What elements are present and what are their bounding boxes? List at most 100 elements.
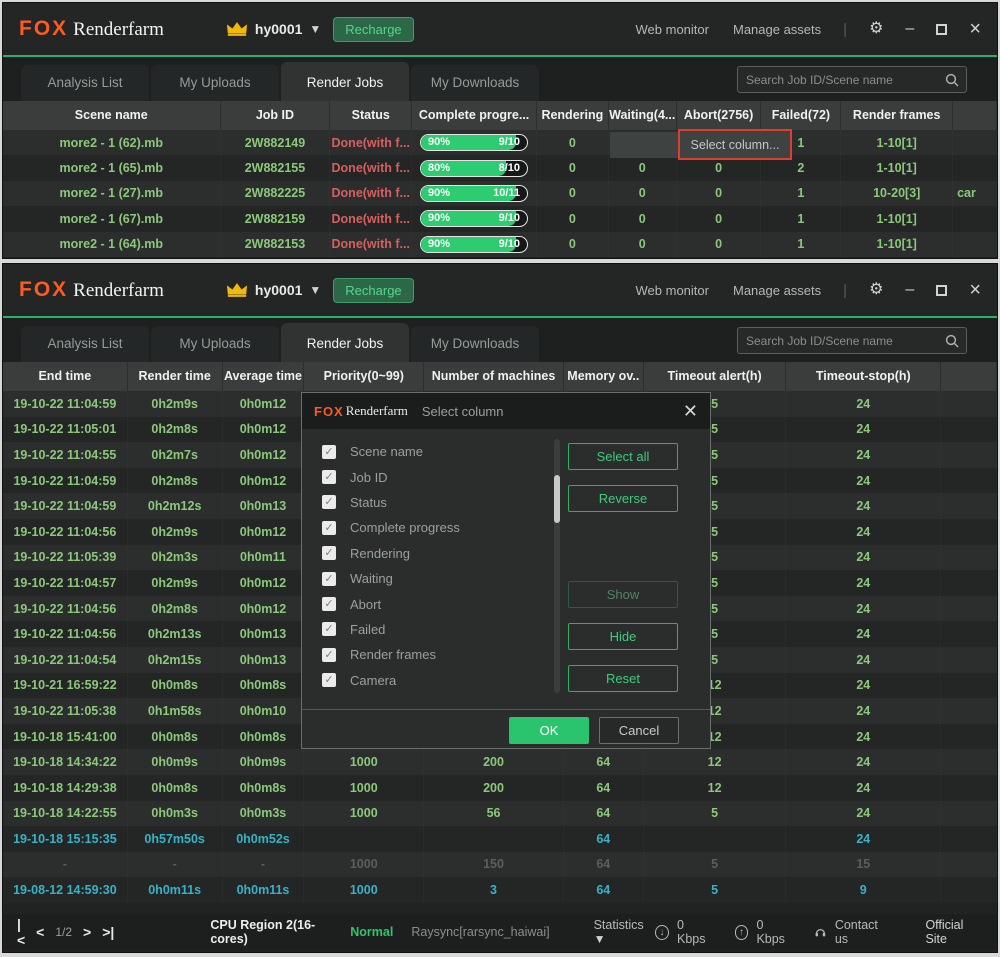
cancel-button[interactable]: Cancel <box>599 717 679 744</box>
tab-analysis-list[interactable]: Analysis List <box>21 326 149 362</box>
table-row[interactable]: more2 - 1 (67).mb 2W882159 Done(with f... 9… <box>3 206 997 232</box>
checkbox-checked-icon[interactable]: ✓ <box>322 520 336 535</box>
checkbox-checked-icon[interactable]: ✓ <box>322 622 336 637</box>
minimize-icon[interactable]: – <box>905 21 914 37</box>
dialog-scrollbar[interactable] <box>554 439 560 693</box>
checkbox-checked-icon[interactable]: ✓ <box>322 495 336 510</box>
column-checkbox-item[interactable]: ✓ Waiting <box>314 566 550 591</box>
settings-gear-icon-2[interactable]: ⚙ <box>869 282 883 298</box>
column-header-at[interactable]: Average time <box>223 362 305 391</box>
tab-analysis-list[interactable]: Analysis List <box>21 65 149 101</box>
manage-assets-link[interactable]: Manage assets <box>733 22 821 37</box>
column-header-end[interactable]: End time <box>3 362 128 391</box>
column-header-mem[interactable]: Memory ov.. <box>564 362 644 391</box>
search-icon-2[interactable] <box>945 334 959 348</box>
table-row[interactable]: more2 - 1 (64).mb 2W882153 Done(with f... 9… <box>3 231 997 257</box>
statistics-dropdown[interactable]: Statistics ▼ <box>594 918 656 946</box>
table-row[interactable]: more2 - 1 (62).mb 2W882149 Done(with f... 9… <box>3 130 997 156</box>
column-header-job[interactable]: Job ID <box>221 101 331 130</box>
search-input-2[interactable] <box>738 333 945 348</box>
contact-headset-icon[interactable] <box>814 925 827 939</box>
column-header-progress[interactable]: Complete progre... <box>412 101 537 130</box>
select-column-menu-item[interactable]: Select column... <box>678 129 792 160</box>
cpu-region-label[interactable]: CPU Region 2(16-cores) <box>210 918 344 946</box>
checkbox-checked-icon[interactable]: ✓ <box>322 470 336 485</box>
next-page-icon[interactable]: > <box>83 924 91 940</box>
table-row[interactable]: 19-10-18 14:29:38 0h0m8s 0h0m8s 1000 200 64 12… <box>3 774 997 801</box>
column-header-status[interactable]: Status <box>330 101 413 130</box>
show-button[interactable]: Show <box>568 581 678 608</box>
column-header-failed[interactable]: Failed(72) <box>761 101 842 130</box>
column-checkbox-item[interactable]: ✓ Job ID <box>314 464 550 489</box>
reverse-button[interactable]: Reverse <box>568 485 678 512</box>
column-header-al[interactable]: Timeout alert(h) <box>644 362 787 391</box>
column-header-mc[interactable]: Number of machines <box>424 362 564 391</box>
column-checkbox-item[interactable]: ✓ Abort <box>314 591 550 616</box>
checkbox-checked-icon[interactable]: ✓ <box>322 546 336 561</box>
column-header-scene[interactable]: Scene name <box>3 101 221 130</box>
column-checkbox-item[interactable]: ✓ Status <box>314 490 550 515</box>
column-header-st[interactable]: Timeout-stop(h) <box>786 362 942 391</box>
ok-button[interactable]: OK <box>509 717 589 744</box>
close-icon[interactable]: × <box>969 19 981 39</box>
column-checkbox-item[interactable]: ✓ Scene name <box>314 439 550 464</box>
tab-my-uploads[interactable]: My Uploads <box>151 326 279 362</box>
minimize-icon-2[interactable]: – <box>905 282 914 298</box>
settings-gear-icon[interactable]: ⚙ <box>869 21 883 37</box>
tab-my-downloads[interactable]: My Downloads <box>411 326 539 362</box>
maximize-icon[interactable] <box>936 23 948 35</box>
chevron-down-icon[interactable]: ▼ <box>309 22 321 36</box>
tab-my-uploads[interactable]: My Uploads <box>151 65 279 101</box>
tab-my-downloads[interactable]: My Downloads <box>411 65 539 101</box>
tab-render-jobs[interactable]: Render Jobs <box>281 62 409 101</box>
column-header-abort[interactable]: Abort(2756) <box>677 101 762 130</box>
table-row[interactable]: 19-08-12 14:59:30 0h0m11s 0h0m11s 1000 3 64 5 9 <box>3 877 997 903</box>
contact-us-link[interactable]: Contact us <box>835 918 890 946</box>
column-checkbox-item[interactable]: ✓ Rendering <box>314 541 550 566</box>
first-page-icon[interactable]: |< <box>17 916 25 948</box>
user-menu[interactable]: hy0001 ▼ <box>226 21 321 37</box>
column-checkbox-item[interactable]: ✓ Camera <box>314 668 550 693</box>
web-monitor-link[interactable]: Web monitor <box>636 22 709 37</box>
column-header-camera[interactable] <box>953 101 997 130</box>
table-row[interactable]: more2 - 1 (27).mb 2W882225 Done(with f... 9… <box>3 180 997 207</box>
table-row[interactable]: - - -1000 150 64 5 15 <box>3 851 997 878</box>
table-row[interactable]: 19-10-18 15:15:35 0h57m50s 0h0m52s 64 24 <box>3 826 997 852</box>
user-menu-2[interactable]: hy0001 ▼ <box>226 282 321 298</box>
recharge-button[interactable]: Recharge <box>333 16 414 42</box>
table-row[interactable]: 19-10-18 14:22:55 0h0m3s 0h0m3s 1000 56 64 5 24 <box>3 800 997 827</box>
checkbox-checked-icon[interactable]: ✓ <box>322 673 336 688</box>
column-header-frames[interactable]: Render frames <box>841 101 954 130</box>
checkbox-checked-icon[interactable]: ✓ <box>322 597 336 612</box>
chevron-down-icon-2[interactable]: ▼ <box>309 283 321 297</box>
table-row[interactable]: more2 - 1 (65).mb 2W882155 Done(with f... 8… <box>3 155 997 181</box>
search-input[interactable] <box>738 72 945 87</box>
search-box[interactable] <box>737 66 967 93</box>
raysync-label[interactable]: Raysync[rarsync_haiwai] <box>411 925 549 939</box>
tab-render-jobs[interactable]: Render Jobs <box>281 323 409 362</box>
checkbox-checked-icon[interactable]: ✓ <box>322 444 336 459</box>
column-checkbox-item[interactable]: ✓ Render frames <box>314 642 550 667</box>
last-page-icon[interactable]: >| <box>102 924 114 940</box>
hide-button[interactable]: Hide <box>568 623 678 650</box>
column-header-rendering[interactable]: Rendering <box>537 101 609 130</box>
reset-button[interactable]: Reset <box>568 665 678 692</box>
column-checkbox-item[interactable]: ✓ Failed <box>314 617 550 642</box>
checkbox-checked-icon[interactable]: ✓ <box>322 647 336 662</box>
official-site-link[interactable]: Official Site <box>925 918 983 946</box>
column-header-rt[interactable]: Render time <box>128 362 223 391</box>
prev-page-icon[interactable]: < <box>36 924 44 940</box>
close-icon-2[interactable]: × <box>969 280 981 300</box>
select-all-button[interactable]: Select all <box>568 443 678 470</box>
search-box-2[interactable] <box>737 327 967 354</box>
table-row[interactable]: 19-10-18 14:34:22 0h0m9s 0h0m9s 1000 200 64 12… <box>3 749 997 775</box>
column-header-pr[interactable]: Priority(0~99) <box>304 362 425 391</box>
dialog-close-icon[interactable]: ✕ <box>683 401 698 422</box>
maximize-icon-2[interactable] <box>936 284 948 296</box>
checkbox-checked-icon[interactable]: ✓ <box>322 571 336 586</box>
column-checkbox-item[interactable]: ✓ Complete progress <box>314 515 550 540</box>
search-icon[interactable] <box>945 73 959 87</box>
recharge-button-2[interactable]: Recharge <box>333 277 414 303</box>
web-monitor-link-2[interactable]: Web monitor <box>636 283 709 298</box>
dialog-scrollbar-thumb[interactable] <box>554 475 560 523</box>
